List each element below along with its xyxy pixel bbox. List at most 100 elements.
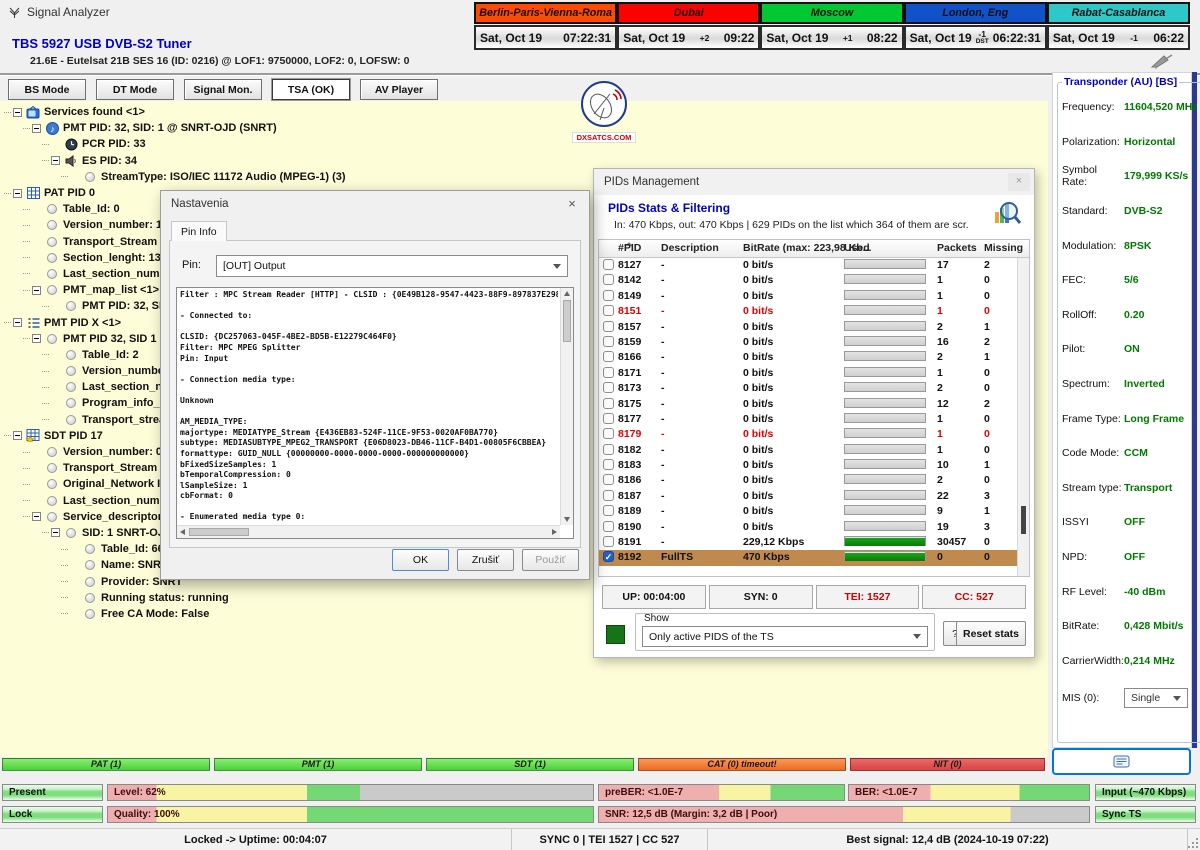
tree-node[interactable]: Free CA Mode: False [4, 606, 346, 622]
mode-tab[interactable]: Signal Mon. [184, 79, 262, 100]
pid-row[interactable]: 8127 - 0 bit/s 17 2 [599, 258, 1029, 273]
tree-node[interactable]: StreamType: ISO/IEC 11172 Audio (MPEG-1)… [4, 169, 346, 185]
show-filter-select[interactable]: Only active PIDS of the TS [642, 626, 928, 647]
app-icon [8, 6, 21, 19]
tree-collapse-toggle[interactable] [32, 334, 41, 343]
resize-grip[interactable] [1188, 829, 1200, 850]
tree-node[interactable]: Services found <1> [4, 104, 346, 120]
mode-tab[interactable]: AV Player [360, 79, 438, 100]
grid-icon [26, 187, 40, 200]
pid-row[interactable]: 8182 - 0 bit/s 1 0 [599, 443, 1029, 458]
pin-select[interactable]: [OUT] Output [216, 255, 568, 277]
pid-checkbox[interactable] [603, 474, 614, 485]
pid-row[interactable]: 8183 - 0 bit/s 10 1 [599, 458, 1029, 473]
pid-checkbox[interactable] [603, 290, 614, 301]
tree-node[interactable]: Running status: running [4, 590, 346, 606]
pid-checkbox[interactable] [603, 413, 614, 424]
pid-checkbox[interactable] [603, 351, 614, 362]
scroll-thumb[interactable] [1021, 506, 1026, 534]
pid-row[interactable]: ✓ 8192 FullTS 470 Kbps 0 0 [599, 550, 1029, 565]
scroll-down-icon[interactable] [564, 517, 570, 522]
tree-node[interactable]: ♪ PMT PID: 32, SID: 1 @ SNRT-OJD (SNRT) [4, 120, 346, 136]
tree-collapse-toggle[interactable] [51, 528, 60, 537]
pid-checkbox[interactable] [603, 521, 614, 532]
mis-select[interactable]: Single [1124, 688, 1188, 708]
pid-checkbox[interactable] [603, 428, 614, 439]
chevron-down-icon [913, 634, 921, 639]
pid-row[interactable]: 8190 - 0 bit/s 19 3 [599, 520, 1029, 535]
used-bar [844, 321, 926, 331]
scroll-up-icon[interactable] [564, 291, 570, 296]
table-status-pmt: PMT (1) [214, 758, 422, 771]
pid-checkbox[interactable] [603, 259, 614, 270]
mode-tab[interactable]: DT Mode [96, 79, 174, 100]
mode-tab[interactable]: TSA (OK) [272, 79, 350, 100]
reset-stats-button[interactable]: Reset stats [956, 621, 1026, 646]
tree-node[interactable]: ES PID: 34 [4, 153, 346, 169]
tree-collapse-toggle[interactable] [32, 124, 41, 133]
tree-collapse-toggle[interactable] [13, 189, 22, 198]
tree-collapse-toggle[interactable] [13, 431, 22, 440]
dxsatcs-logo: DXSATCS.COM [572, 80, 636, 143]
pid-checkbox[interactable] [603, 444, 614, 455]
pid-checkbox[interactable] [603, 274, 614, 285]
pid-checkbox[interactable] [603, 382, 614, 393]
tree-collapse-toggle[interactable] [32, 512, 41, 521]
scroll-right-icon[interactable] [552, 529, 557, 535]
pids-scrollbar[interactable] [1017, 258, 1029, 576]
tab-pin-info[interactable]: Pin Info [171, 221, 227, 241]
tree-collapse-toggle[interactable] [32, 286, 41, 295]
pid-row[interactable]: 8173 - 0 bit/s 2 0 [599, 381, 1029, 396]
input-indicator: Input (~470 Kbps) [1095, 784, 1196, 801]
pid-checkbox[interactable]: ✓ [603, 551, 614, 562]
dot-icon [45, 267, 59, 280]
vertical-scrollbar[interactable] [560, 288, 573, 525]
tree-node-label: Version_number: 0 [63, 446, 162, 458]
pid-checkbox[interactable] [603, 336, 614, 347]
horizontal-scrollbar[interactable] [177, 525, 560, 538]
pid-checkbox[interactable] [603, 536, 614, 547]
tree-connector [61, 549, 68, 550]
tree-node-label: Table_Id: 0 [63, 203, 120, 215]
scroll-thumb[interactable] [563, 300, 571, 342]
tree-collapse-toggle[interactable] [13, 108, 22, 117]
pid-row[interactable]: 8157 - 0 bit/s 2 1 [599, 320, 1029, 335]
pid-row[interactable]: 8166 - 0 bit/s 2 1 [599, 350, 1029, 365]
ok-button[interactable]: OK [392, 549, 449, 571]
scroll-left-icon[interactable] [180, 529, 185, 535]
pid-checkbox[interactable] [603, 321, 614, 332]
pid-checkbox[interactable] [603, 505, 614, 516]
tree-collapse-toggle[interactable] [13, 318, 22, 327]
apply-button[interactable]: Použiť [522, 549, 579, 571]
pid-row[interactable]: 8191 - 229,12 Kbps 30457 0 [599, 535, 1029, 550]
pid-row[interactable]: 8151 - 0 bit/s 1 0 [599, 304, 1029, 319]
tree-collapse-toggle[interactable] [51, 156, 60, 165]
pid-checkbox[interactable] [603, 367, 614, 378]
pid-row[interactable]: 8159 - 0 bit/s 16 2 [599, 335, 1029, 350]
close-icon[interactable]: × [557, 193, 587, 215]
pid-row[interactable]: 8175 - 0 bit/s 12 2 [599, 397, 1029, 412]
pid-row[interactable]: 8149 - 0 bit/s 1 0 [599, 289, 1029, 304]
mode-tab[interactable]: BS Mode [8, 79, 86, 100]
pid-row[interactable]: 8179 - 0 bit/s 1 0 [599, 427, 1029, 442]
scroll-thumb[interactable] [189, 528, 249, 536]
record-panel[interactable] [1052, 748, 1191, 775]
pid-row[interactable]: 8142 - 0 bit/s 1 0 [599, 273, 1029, 288]
pid-row[interactable]: 8187 - 0 bit/s 22 3 [599, 489, 1029, 504]
statusbar-sync-tei-cc: SYNC 0 | TEI 1527 | CC 527 [512, 829, 708, 850]
pid-checkbox[interactable] [603, 398, 614, 409]
tree-connector [23, 516, 30, 517]
pid-row[interactable]: 8177 - 0 bit/s 1 0 [599, 412, 1029, 427]
pid-row[interactable]: 8171 - 0 bit/s 1 0 [599, 366, 1029, 381]
pid-row[interactable]: 8189 - 0 bit/s 9 1 [599, 504, 1029, 519]
present-indicator: Present [2, 784, 103, 801]
dot-icon [45, 235, 59, 248]
dot-icon [45, 446, 59, 459]
close-icon[interactable]: × [1008, 173, 1030, 191]
cancel-button[interactable]: Zrušiť [457, 549, 514, 571]
pid-checkbox[interactable] [603, 459, 614, 470]
pid-checkbox[interactable] [603, 490, 614, 501]
pid-row[interactable]: 8186 - 0 bit/s 2 0 [599, 473, 1029, 488]
pid-checkbox[interactable] [603, 305, 614, 316]
tree-node[interactable]: PCR PID: 33 [4, 136, 346, 152]
